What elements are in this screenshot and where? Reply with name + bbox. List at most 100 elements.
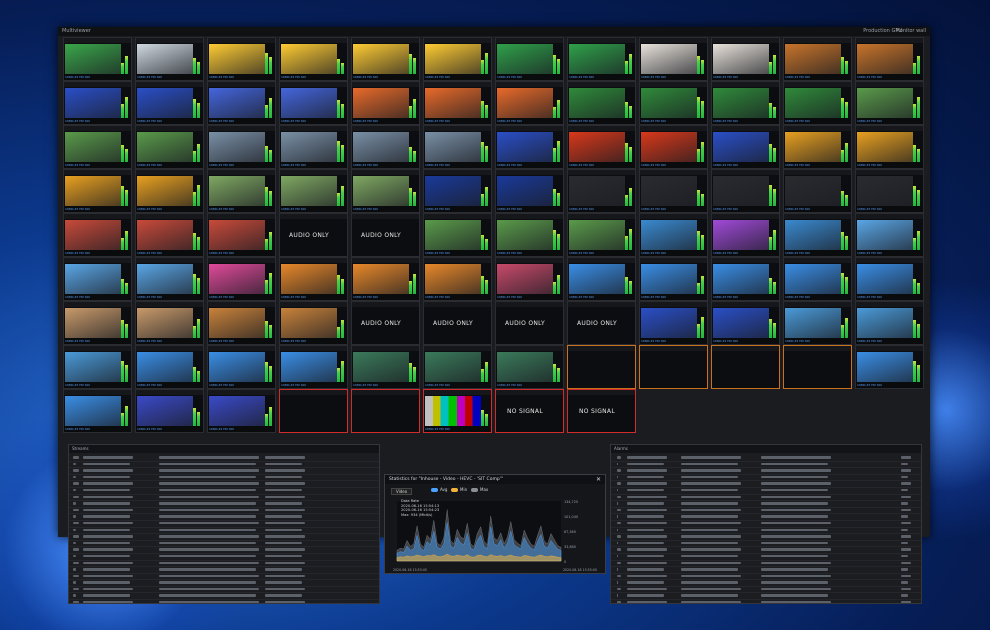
list-row[interactable]	[69, 455, 379, 462]
list-row[interactable]	[69, 462, 379, 469]
video-tile[interactable]: 1080i 25 HD SDI	[855, 37, 924, 81]
video-tile[interactable]: 1080i 25 HD SDI	[63, 169, 132, 213]
video-tile[interactable]: 1080i 25 HD SDI	[351, 345, 420, 389]
list-row[interactable]	[611, 593, 921, 601]
list-row[interactable]	[69, 521, 379, 528]
video-tile[interactable]: 1080i 25 HD SDI	[279, 345, 348, 389]
video-tile[interactable]: 1080i 25 HD SDI	[711, 125, 780, 169]
video-tile[interactable]: 1080i 25 HD SDI	[855, 257, 924, 301]
video-tile[interactable]: 1080i 25 HD SDI	[351, 257, 420, 301]
video-tile[interactable]	[639, 345, 708, 389]
list-row[interactable]	[69, 547, 379, 554]
video-tile[interactable]: 1080i 25 HD SDI	[567, 81, 636, 125]
video-tile[interactable]: 1080i 25 HD SDI	[639, 125, 708, 169]
video-tile[interactable]: 1080i 25 HD SDI	[351, 81, 420, 125]
video-tile[interactable]: 1080i 25 HD SDI	[63, 213, 132, 257]
video-tile[interactable]: 1080i 25 HD SDI	[135, 389, 204, 433]
list-row[interactable]	[69, 580, 379, 587]
video-tile[interactable]: 1080i 25 HD SDI	[855, 345, 924, 389]
video-tile[interactable]: AUDIO ONLY	[351, 301, 420, 345]
video-tile[interactable]: 1080i 25 HD SDI	[567, 257, 636, 301]
list-row[interactable]	[611, 501, 921, 508]
video-tile[interactable]: 1080i 25 HD SDI	[135, 301, 204, 345]
video-tile[interactable]: 1080i 25 HD SDI	[711, 301, 780, 345]
video-tile[interactable]: 1080i 25 HD SDI	[207, 213, 276, 257]
list-row[interactable]	[69, 593, 379, 601]
video-tile[interactable]: 1080i 25 HD SDI	[351, 169, 420, 213]
video-tile[interactable]: 1080i 25 HD SDI	[279, 301, 348, 345]
video-tile[interactable]: 1080i 25 HD SDI	[423, 125, 492, 169]
list-row[interactable]	[611, 561, 921, 568]
list-row[interactable]	[69, 534, 379, 541]
list-row[interactable]	[69, 488, 379, 495]
list-row[interactable]	[69, 468, 379, 475]
legend-max[interactable]: Max	[471, 487, 488, 493]
video-tile[interactable]: 1080i 25 HD SDI	[711, 257, 780, 301]
video-tile[interactable]: 1080i 25 HD SDI	[423, 213, 492, 257]
video-tile[interactable]: 1080i 25 HD SDI	[855, 301, 924, 345]
list-row[interactable]	[611, 580, 921, 587]
video-tile[interactable]: 1080i 25 HD SDI	[639, 213, 708, 257]
list-row[interactable]	[611, 528, 921, 535]
list-row[interactable]	[611, 508, 921, 515]
video-tile[interactable]: 1080i 25 HD SDI	[279, 125, 348, 169]
list-row[interactable]	[611, 488, 921, 495]
video-tile[interactable]: 1080i 25 HD SDI	[63, 345, 132, 389]
video-tile[interactable]: 1080i 25 HD SDI	[279, 37, 348, 81]
video-tile[interactable]	[783, 345, 852, 389]
video-tile[interactable]: 1080i 25 HD SDI	[63, 257, 132, 301]
list-row[interactable]	[69, 541, 379, 548]
list-row[interactable]	[611, 475, 921, 482]
video-tile[interactable]: 1080i 25 HD SDI	[207, 257, 276, 301]
video-tile[interactable]: 1080i 25 HD SDI	[207, 125, 276, 169]
video-tile[interactable]: NO SIGNAL	[567, 389, 636, 433]
video-tile[interactable]: 1080i 25 HD SDI	[495, 257, 564, 301]
list-row[interactable]	[611, 468, 921, 475]
video-tile[interactable]: 1080i 25 HD SDI	[279, 81, 348, 125]
video-tile[interactable]: 1080i 25 HD SDI	[783, 37, 852, 81]
video-tile[interactable]: 1080i 25 HD SDI	[207, 301, 276, 345]
video-tile[interactable]: 1080i 25 HD SDI	[207, 81, 276, 125]
video-tile[interactable]: 1080i 25 HD SDI	[639, 301, 708, 345]
list-row[interactable]	[69, 554, 379, 561]
video-tile[interactable]: 1080i 25 HD SDI	[855, 81, 924, 125]
video-tile[interactable]: 1080i 25 HD SDI	[783, 213, 852, 257]
filter-select[interactable]: Video	[391, 488, 413, 495]
video-tile[interactable]: 1080i 25 HD SDI	[855, 213, 924, 257]
video-tile[interactable]: 1080i 25 HD SDI	[423, 345, 492, 389]
video-tile[interactable]: 1080i 25 HD SDI	[495, 37, 564, 81]
list-row[interactable]	[69, 587, 379, 594]
video-tile[interactable]: 1080i 25 HD SDI	[63, 389, 132, 433]
legend-avg[interactable]: Avg	[431, 487, 447, 493]
video-tile[interactable]	[711, 345, 780, 389]
list-row[interactable]	[69, 600, 379, 603]
video-tile[interactable]: AUDIO ONLY	[495, 301, 564, 345]
list-row[interactable]	[69, 495, 379, 502]
video-tile[interactable]: 1080i 25 HD SDI	[135, 345, 204, 389]
list-row[interactable]	[69, 475, 379, 482]
video-tile[interactable]: 1080i 25 HD SDI	[63, 125, 132, 169]
video-tile[interactable]: 1080i 25 HD SDI	[495, 213, 564, 257]
close-icon[interactable]: ✕	[596, 475, 601, 484]
list-row[interactable]	[611, 567, 921, 574]
legend-min[interactable]: Min	[451, 487, 467, 493]
list-row[interactable]	[611, 521, 921, 528]
video-tile[interactable]	[567, 345, 636, 389]
video-tile[interactable]: 1080i 25 HD SDI	[783, 125, 852, 169]
video-tile[interactable]: 1080i 25 HD SDI	[783, 169, 852, 213]
video-tile[interactable]: AUDIO ONLY	[423, 301, 492, 345]
video-tile[interactable]: 1080i 25 HD SDI	[207, 169, 276, 213]
video-tile[interactable]: 1080i 25 HD SDI	[351, 125, 420, 169]
video-tile[interactable]: 1080i 25 HD SDI	[135, 213, 204, 257]
video-tile[interactable]: 1080i 25 HD SDI	[711, 169, 780, 213]
video-tile[interactable]: 1080i 25 HD SDI	[423, 389, 492, 433]
video-tile[interactable]: 1080i 25 HD SDI	[207, 389, 276, 433]
video-tile[interactable]: 1080i 25 HD SDI	[423, 37, 492, 81]
video-tile[interactable]: 1080i 25 HD SDI	[567, 37, 636, 81]
video-tile[interactable]: 1080i 25 HD SDI	[135, 125, 204, 169]
video-tile[interactable]: 1080i 25 HD SDI	[423, 169, 492, 213]
video-tile[interactable]: 1080i 25 HD SDI	[639, 81, 708, 125]
video-tile[interactable]: 1080i 25 HD SDI	[63, 37, 132, 81]
video-tile[interactable]: 1080i 25 HD SDI	[135, 81, 204, 125]
video-tile[interactable]: 1080i 25 HD SDI	[783, 81, 852, 125]
